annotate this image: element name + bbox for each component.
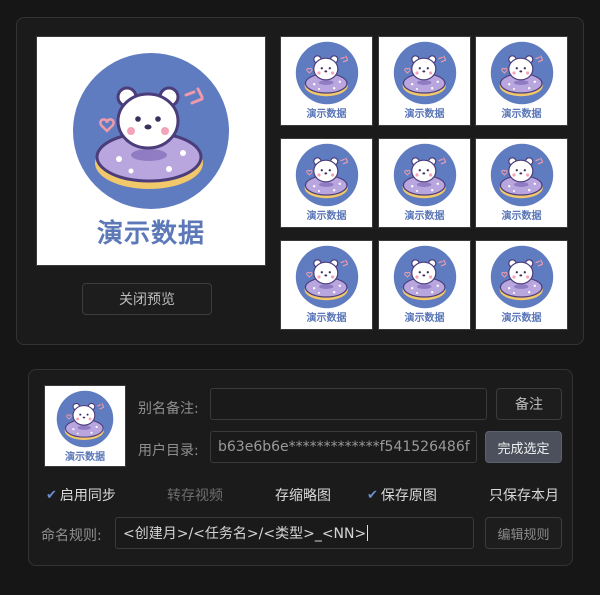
grid-thumbnail[interactable]: 演示数据 [280, 240, 373, 330]
close-preview-button[interactable]: 关闭预览 [82, 283, 212, 315]
save-video-checkbox[interactable]: 转存视频 [167, 485, 223, 505]
thumbnail-caption: 演示数据 [404, 313, 445, 324]
option-label: 保存原图 [380, 488, 437, 504]
thumbnail-caption: 演示数据 [404, 109, 445, 120]
bear-donut-logo [393, 41, 457, 105]
preview-panel: 演示数据 关闭预览 演示数据 演示数据 演示数据 演示数据 演示数据 演示数据 … [16, 17, 584, 345]
preview-large-image: 演示数据 [36, 36, 266, 266]
thumbnail-caption: 演示数据 [404, 211, 445, 222]
task-thumbnail: 演示数据 [44, 385, 126, 467]
option-label: 存缩略图 [275, 488, 331, 504]
thumbnail-caption: 演示数据 [306, 109, 347, 120]
note-button[interactable]: 备注 [496, 388, 562, 420]
thumbnail-caption: 演示数据 [501, 313, 542, 324]
naming-rule-value: <创建月>/<任务名>/<类型>_<NN> [123, 526, 367, 542]
finish-select-button[interactable]: 完成选定 [485, 431, 562, 463]
text-caret [367, 525, 369, 541]
grid-thumbnail[interactable]: 演示数据 [378, 138, 471, 228]
enable-sync-checkbox[interactable]: ✔ 启用同步 [46, 485, 116, 505]
bear-donut-logo [490, 245, 554, 309]
this-month-only-checkbox[interactable]: 只保存本月 [489, 485, 559, 505]
alias-label: 别名备注: [138, 401, 199, 417]
option-label: 只保存本月 [489, 488, 559, 504]
option-label: 转存视频 [167, 488, 223, 504]
thumbnail-caption: 演示数据 [306, 211, 347, 222]
grid-thumbnail[interactable]: 演示数据 [475, 240, 568, 330]
settings-panel: 演示数据 别名备注: 备注 用户目录: b63e6b6e************… [28, 369, 573, 566]
option-label: 启用同步 [59, 488, 116, 504]
bear-donut-logo [295, 41, 359, 105]
check-icon: ✔ [46, 487, 57, 503]
thumbnail-caption: 演示数据 [501, 211, 542, 222]
bear-donut-logo [71, 51, 231, 211]
save-thumbnail-checkbox[interactable]: 存缩略图 [275, 485, 331, 505]
thumbnail-caption: 演示数据 [65, 452, 105, 463]
save-original-checkbox[interactable]: ✔ 保存原图 [367, 485, 437, 505]
grid-thumbnail[interactable]: 演示数据 [475, 36, 568, 126]
user-dir-label: 用户目录: [138, 443, 199, 459]
edit-rule-button[interactable]: 编辑规则 [485, 517, 562, 549]
grid-thumbnail[interactable]: 演示数据 [378, 36, 471, 126]
bear-donut-logo [393, 143, 457, 207]
grid-thumbnail[interactable]: 演示数据 [475, 138, 568, 228]
user-dir-input[interactable]: b63e6b6e*************f541526486f [210, 431, 477, 463]
preview-caption: 演示数据 [96, 219, 205, 249]
bear-donut-logo [490, 41, 554, 105]
thumbnail-caption: 演示数据 [306, 313, 347, 324]
naming-rule-label: 命名规则: [41, 528, 102, 544]
alias-input[interactable] [210, 388, 487, 420]
grid-thumbnail[interactable]: 演示数据 [280, 138, 373, 228]
bear-donut-logo [295, 143, 359, 207]
naming-rule-input[interactable]: <创建月>/<任务名>/<类型>_<NN> [115, 517, 474, 549]
grid-thumbnail[interactable]: 演示数据 [280, 36, 373, 126]
check-icon: ✔ [367, 487, 378, 503]
bear-donut-logo [56, 390, 114, 448]
bear-donut-logo [393, 245, 457, 309]
grid-thumbnail[interactable]: 演示数据 [378, 240, 471, 330]
bear-donut-logo [295, 245, 359, 309]
bear-donut-logo [490, 143, 554, 207]
thumbnail-caption: 演示数据 [501, 109, 542, 120]
